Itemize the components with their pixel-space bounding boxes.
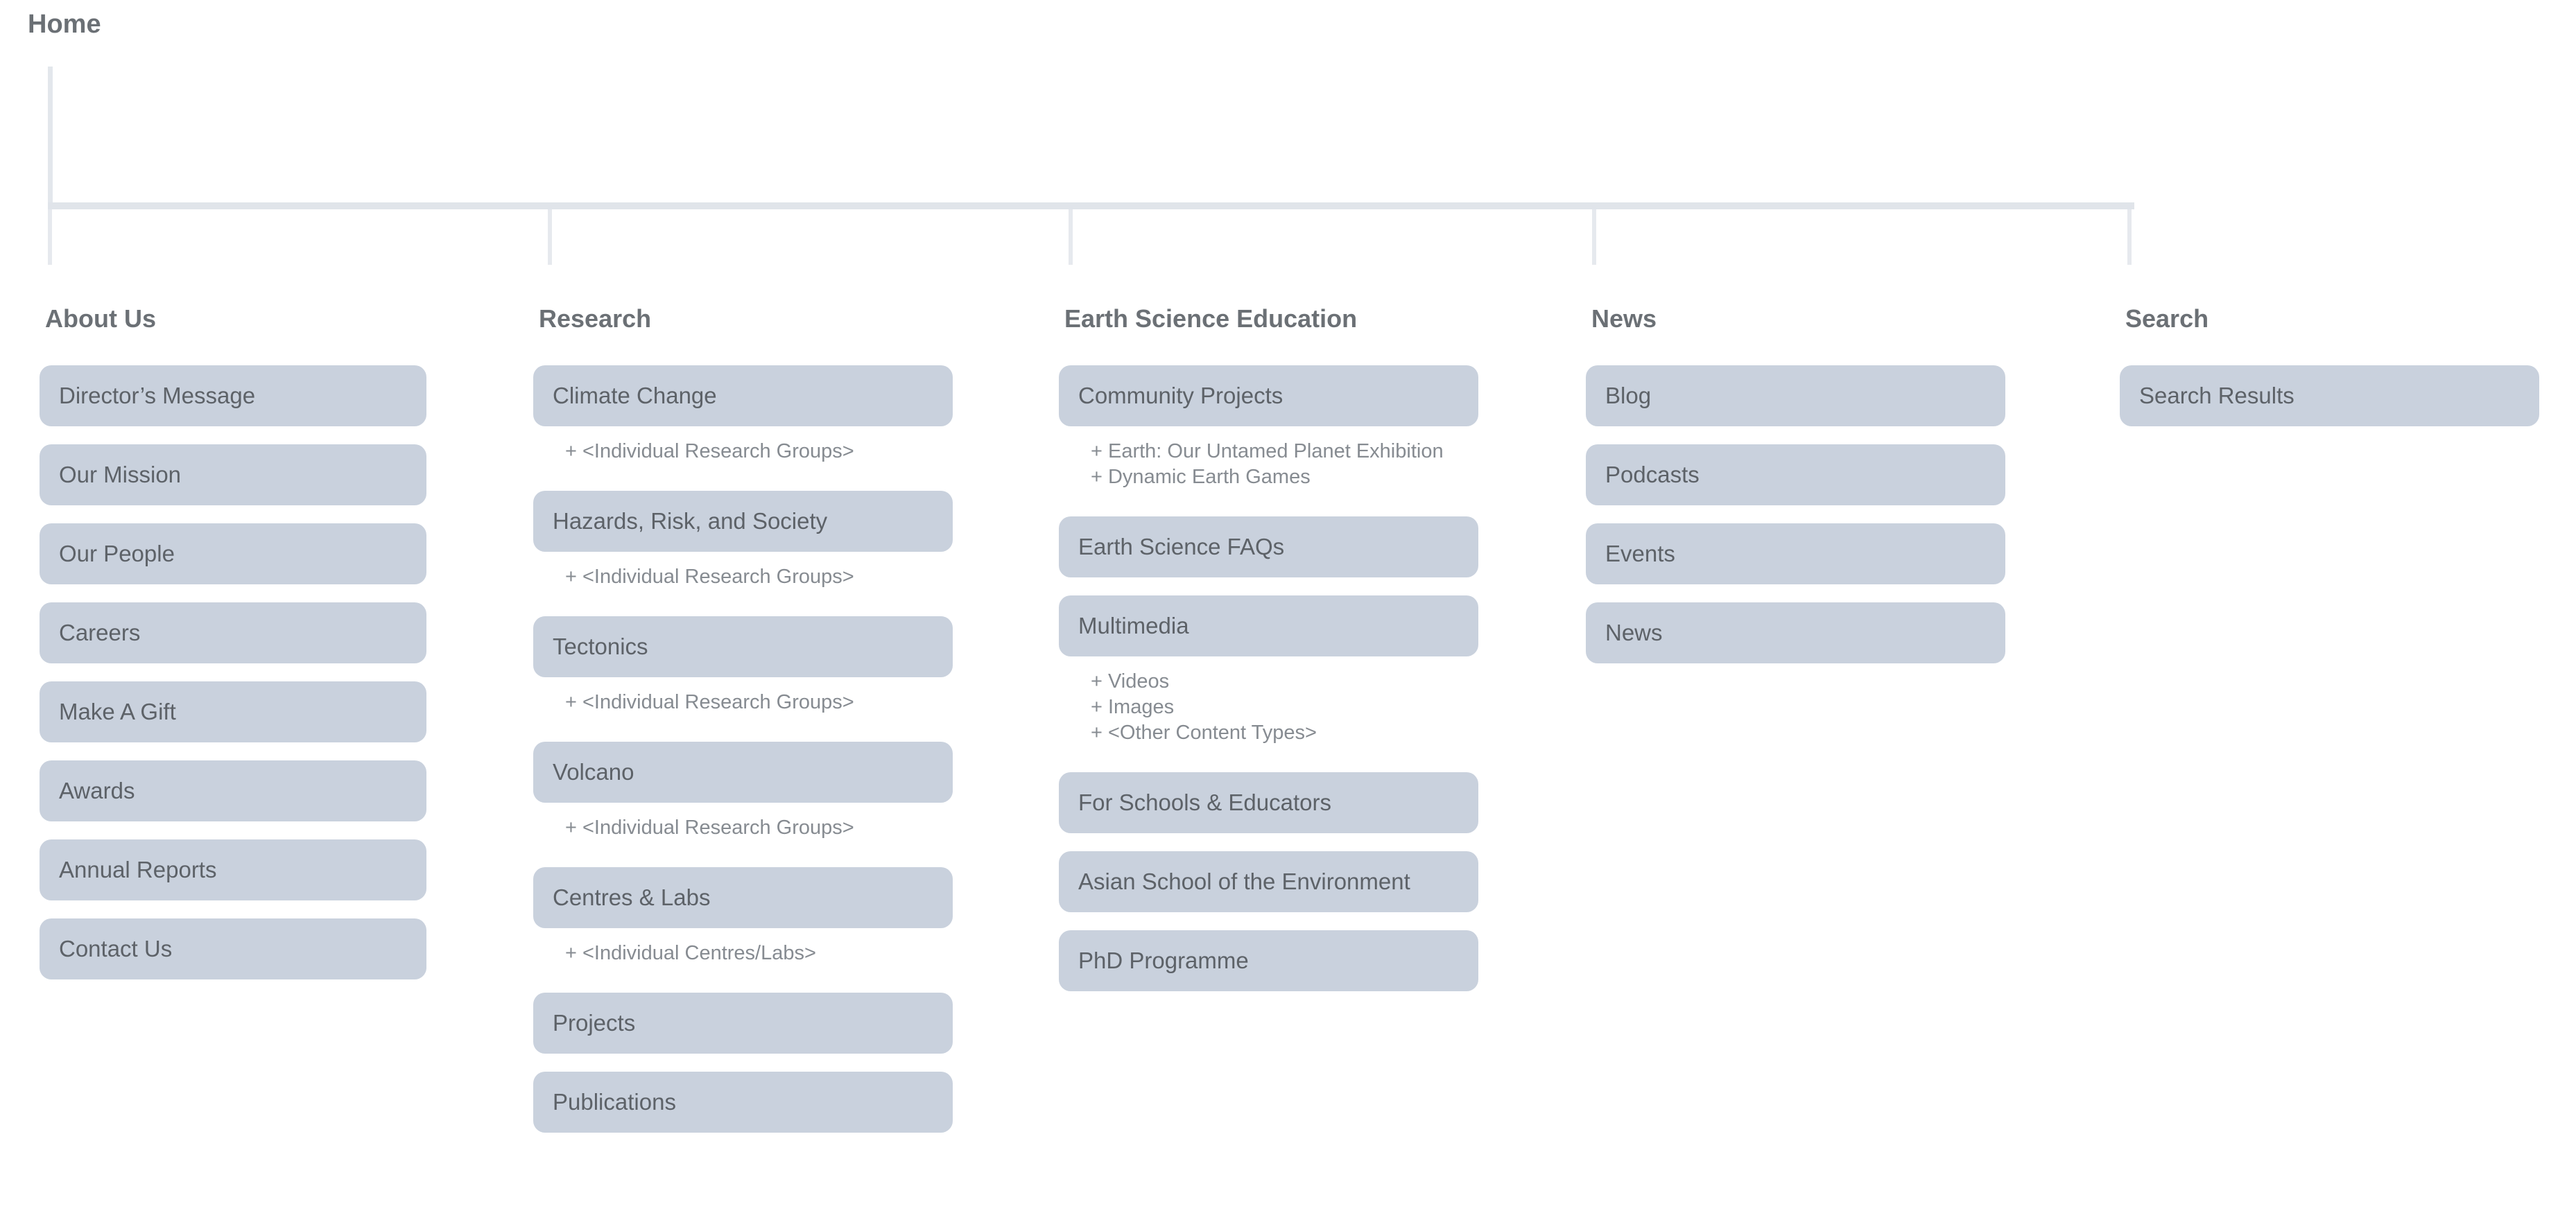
sitemap-node-multimedia: Multimedia bbox=[1059, 595, 1478, 656]
connector-drop-line-news bbox=[1592, 209, 1596, 265]
node-label: Volcano bbox=[553, 759, 634, 785]
sub-item: + Dynamic Earth Games bbox=[1091, 464, 1478, 490]
column-header-earth-science-education: Earth Science Education bbox=[1059, 304, 1478, 334]
column-about-us: About Us Director’s Message Our Mission … bbox=[40, 304, 426, 997]
node-label: Community Projects bbox=[1078, 383, 1283, 409]
sub-item-list: + <Individual Centres/Labs> bbox=[533, 941, 953, 966]
sitemap-node-hazards-risk-and-society: Hazards, Risk, and Society bbox=[533, 491, 953, 552]
sub-item: + <Individual Research Groups> bbox=[565, 690, 953, 715]
sub-item: + <Individual Research Groups> bbox=[565, 564, 953, 590]
sub-item-list: + <Individual Research Groups> bbox=[533, 815, 953, 841]
sub-item-list: + <Individual Research Groups> bbox=[533, 439, 953, 464]
node-label: Awards bbox=[59, 778, 135, 804]
sub-item: + Images bbox=[1091, 695, 1478, 720]
column-research: Research Climate Change + <Individual Re… bbox=[533, 304, 953, 1151]
node-label: News bbox=[1605, 620, 1663, 646]
sub-item: + <Individual Centres/Labs> bbox=[565, 941, 953, 966]
node-label: PhD Programme bbox=[1078, 948, 1249, 974]
sub-item: + Videos bbox=[1091, 669, 1478, 695]
connector-horizontal-line bbox=[48, 202, 2134, 209]
node-label: Make A Gift bbox=[59, 699, 176, 725]
root-node-home: Home bbox=[28, 10, 101, 40]
node-label: Publications bbox=[553, 1089, 676, 1115]
sitemap-node-asian-school-of-the-environment: Asian School of the Environment bbox=[1059, 851, 1478, 912]
node-label: Multimedia bbox=[1078, 613, 1189, 639]
sub-item-list: + Earth: Our Untamed Planet Exhibition +… bbox=[1059, 439, 1478, 490]
sitemap-node-our-people: Our People bbox=[40, 523, 426, 584]
column-header-news: News bbox=[1586, 304, 2005, 334]
sub-item-list: + Videos + Images + <Other Content Types… bbox=[1059, 669, 1478, 746]
node-label: For Schools & Educators bbox=[1078, 790, 1331, 816]
node-label: Annual Reports bbox=[59, 857, 216, 883]
sub-item-list: + <Individual Research Groups> bbox=[533, 690, 953, 715]
column-header-research: Research bbox=[533, 304, 953, 334]
column-news: News Blog Podcasts Events News bbox=[1586, 304, 2005, 681]
sitemap-node-tectonics: Tectonics bbox=[533, 616, 953, 677]
connector-drop-line-search bbox=[2127, 209, 2132, 265]
sitemap-node-news: News bbox=[1586, 602, 2005, 663]
sub-item: + <Individual Research Groups> bbox=[565, 815, 953, 841]
node-label: Asian School of the Environment bbox=[1078, 869, 1410, 895]
node-label: Our Mission bbox=[59, 462, 181, 488]
sitemap-node-contact-us: Contact Us bbox=[40, 918, 426, 979]
node-label: Climate Change bbox=[553, 383, 717, 409]
node-label: Earth Science FAQs bbox=[1078, 534, 1284, 560]
sitemap-node-phd-programme: PhD Programme bbox=[1059, 930, 1478, 991]
connector-stem-line bbox=[48, 67, 53, 202]
node-label: Podcasts bbox=[1605, 462, 1700, 488]
sitemap-node-our-mission: Our Mission bbox=[40, 444, 426, 505]
node-label: Projects bbox=[553, 1010, 635, 1036]
sub-item: + Earth: Our Untamed Planet Exhibition bbox=[1091, 439, 1478, 464]
sitemap-node-volcano: Volcano bbox=[533, 742, 953, 803]
column-earth-science-education: Earth Science Education Community Projec… bbox=[1059, 304, 1478, 1009]
sitemap-node-directors-message: Director’s Message bbox=[40, 365, 426, 426]
sub-item: + <Individual Research Groups> bbox=[565, 439, 953, 464]
node-label: Search Results bbox=[2139, 383, 2294, 409]
column-header-about-us: About Us bbox=[40, 304, 426, 334]
sitemap-node-centres-and-labs: Centres & Labs bbox=[533, 867, 953, 928]
connector-drop-line-about-us bbox=[48, 209, 52, 265]
sitemap-node-projects: Projects bbox=[533, 993, 953, 1054]
sitemap-node-blog: Blog bbox=[1586, 365, 2005, 426]
sitemap-node-careers: Careers bbox=[40, 602, 426, 663]
sub-item-list: + <Individual Research Groups> bbox=[533, 564, 953, 590]
node-label: Contact Us bbox=[59, 936, 172, 962]
sitemap-node-awards: Awards bbox=[40, 760, 426, 821]
node-label: Hazards, Risk, and Society bbox=[553, 508, 827, 534]
sitemap-node-community-projects: Community Projects bbox=[1059, 365, 1478, 426]
node-label: Events bbox=[1605, 541, 1675, 567]
sitemap-node-for-schools-and-educators: For Schools & Educators bbox=[1059, 772, 1478, 833]
sitemap-node-search-results: Search Results bbox=[2120, 365, 2539, 426]
column-header-search: Search bbox=[2120, 304, 2539, 334]
sitemap-node-climate-change: Climate Change bbox=[533, 365, 953, 426]
column-search: Search Search Results bbox=[2120, 304, 2539, 444]
connector-drop-line-research bbox=[548, 209, 552, 265]
sitemap-node-publications: Publications bbox=[533, 1072, 953, 1133]
node-label: Centres & Labs bbox=[553, 885, 710, 911]
sub-item: + <Other Content Types> bbox=[1091, 720, 1478, 746]
node-label: Tectonics bbox=[553, 634, 648, 660]
node-label: Blog bbox=[1605, 383, 1651, 409]
sitemap-node-events: Events bbox=[1586, 523, 2005, 584]
node-label: Our People bbox=[59, 541, 175, 567]
sitemap-node-earth-science-faqs: Earth Science FAQs bbox=[1059, 516, 1478, 577]
sitemap-node-annual-reports: Annual Reports bbox=[40, 839, 426, 900]
sitemap-diagram: Home About Us Director’s Message Our Mis… bbox=[0, 0, 2576, 1220]
node-label: Careers bbox=[59, 620, 140, 646]
sitemap-node-podcasts: Podcasts bbox=[1586, 444, 2005, 505]
sitemap-node-make-a-gift: Make A Gift bbox=[40, 681, 426, 742]
connector-drop-line-earth-science-education bbox=[1069, 209, 1073, 265]
node-label: Director’s Message bbox=[59, 383, 255, 409]
